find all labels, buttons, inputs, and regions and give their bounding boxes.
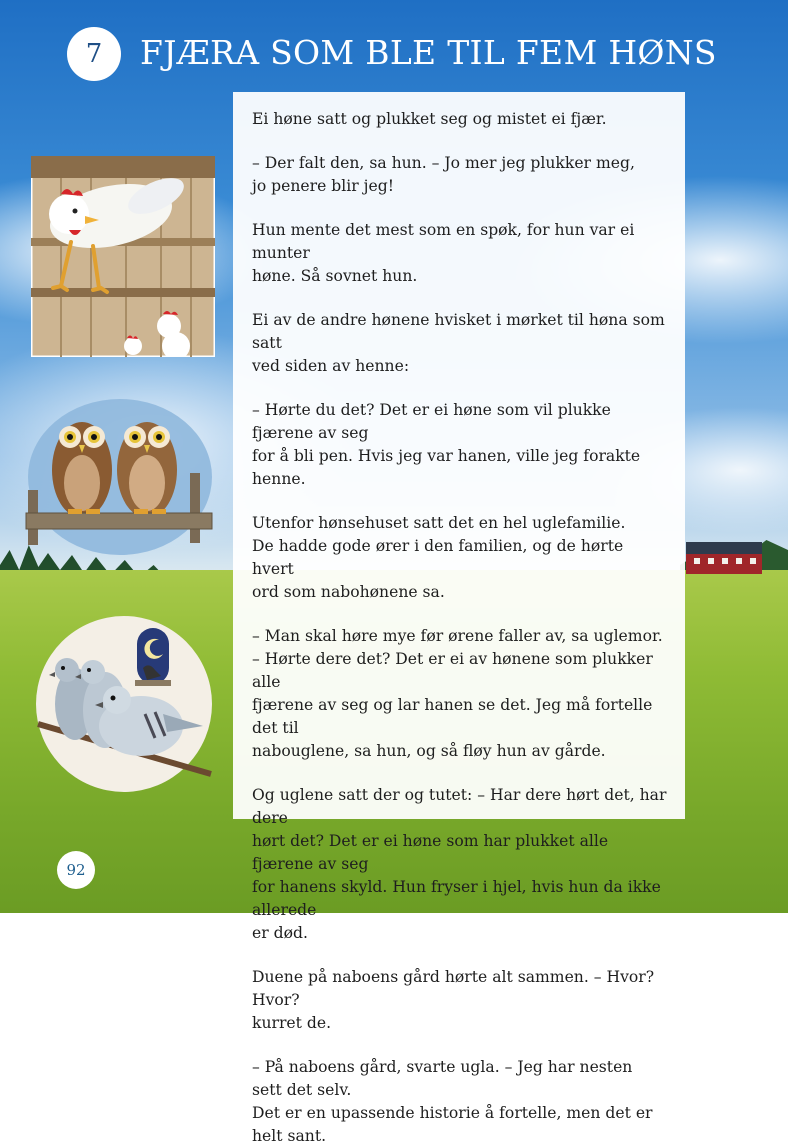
story-line: ved siden av henne: — [252, 357, 410, 375]
story-line: for å bli pen. Hvis jeg var hanen, ville… — [252, 447, 641, 488]
chapter-title: FJÆRA SOM BLE TIL FEM HØNS — [140, 33, 717, 72]
story-line: Hun mente det mest som en spøk, for hun … — [252, 221, 635, 262]
story-paragraph: – Der falt den, sa hun. – Jo mer jeg plu… — [252, 152, 667, 198]
story-line: Det er en upassende historie å fortelle,… — [252, 1104, 653, 1145]
story-line: – Der falt den, sa hun. – Jo mer jeg plu… — [252, 154, 635, 172]
chapter-number-badge: 7 — [67, 27, 121, 81]
story-line: – Man skal høre mye før ørene faller av,… — [252, 627, 663, 645]
story-line: er død. — [252, 924, 308, 942]
story-line: Ei høne satt og plukket seg og mistet ei… — [252, 110, 607, 128]
story-line: – Hørte du det? Det er ei høne som vil p… — [252, 401, 611, 442]
story-line: ord som nabohønene sa. — [252, 583, 445, 601]
story-paragraph: – Hørte du det? Det er ei høne som vil p… — [252, 399, 667, 491]
story-line: fjærene av seg og lar hanen se det. Jeg … — [252, 696, 653, 737]
story-paragraph: Hun mente det mest som en spøk, for hun … — [252, 219, 667, 288]
story-line: – Hørte dere det? Det er ei av hønene so… — [252, 650, 653, 691]
story-line: – På naboens gård, svarte ugla. – Jeg ha… — [252, 1058, 633, 1099]
hen-illustration — [29, 154, 217, 360]
story-line: Duene på naboens gård hørte alt sammen. … — [252, 968, 655, 1009]
story-line: hørt det? Det er ei høne som har plukket… — [252, 832, 609, 873]
story-paragraph: – På naboens gård, svarte ugla. – Jeg ha… — [252, 1056, 667, 1148]
pigeons-illustration — [33, 614, 215, 794]
owls-illustration — [22, 395, 218, 565]
story-paragraph: Ei av de andre hønene hvisket i mørket t… — [252, 309, 667, 378]
story-paragraph: Utenfor hønsehuset satt det en hel uglef… — [252, 512, 667, 604]
story-line: De hadde gode ører i den familien, og de… — [252, 537, 624, 578]
story-line: Utenfor hønsehuset satt det en hel uglef… — [252, 514, 626, 532]
story-paragraph: Ei høne satt og plukket seg og mistet ei… — [252, 108, 667, 131]
story-paragraph: – Man skal høre mye før ørene faller av,… — [252, 625, 667, 763]
story-line: høne. Så sovnet hun. — [252, 267, 418, 285]
page-number-badge: 92 — [57, 851, 95, 889]
story-text-panel: Ei høne satt og plukket seg og mistet ei… — [233, 92, 685, 1145]
red-barn — [686, 542, 762, 574]
story-line: Og uglene satt der og tutet: – Har dere … — [252, 786, 667, 827]
story-line: jo penere blir jeg! — [252, 177, 394, 195]
story-line: Ei av de andre hønene hvisket i mørket t… — [252, 311, 665, 352]
page-number: 92 — [66, 861, 86, 879]
story-paragraph: Duene på naboens gård hørte alt sammen. … — [252, 966, 667, 1035]
story-line: nabouglene, sa hun, og så fløy hun av gå… — [252, 742, 606, 760]
story-paragraph: Og uglene satt der og tutet: – Har dere … — [252, 784, 667, 945]
story-line: kurret de. — [252, 1014, 332, 1032]
chapter-number: 7 — [85, 39, 103, 69]
